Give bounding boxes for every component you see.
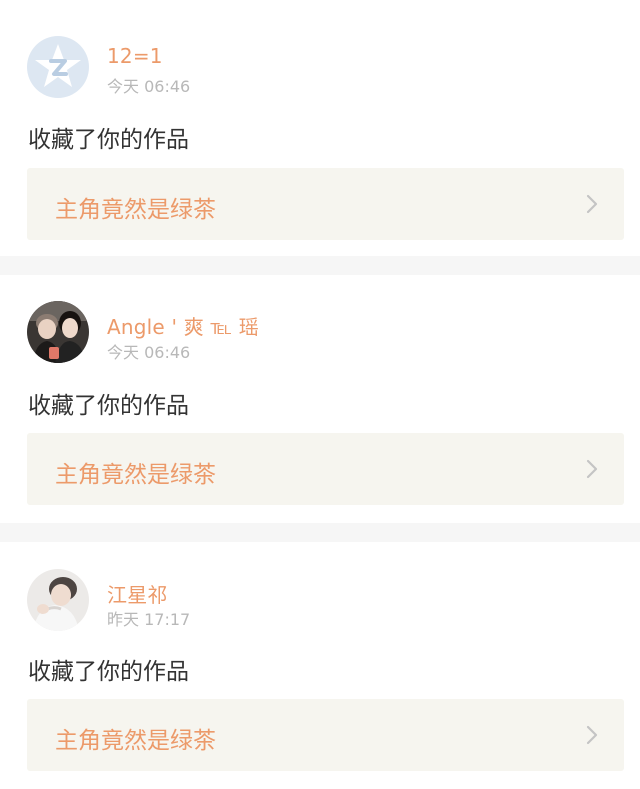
action-text: 收藏了你的作品 xyxy=(28,659,189,685)
work-link-box[interactable]: 主角竟然是绿茶 xyxy=(27,699,624,771)
notification-item: 江星祁 昨天 17:17 收藏了你的作品 主角竟然是绿茶 xyxy=(0,542,640,789)
avatar[interactable] xyxy=(27,569,89,631)
user-photo-icon xyxy=(27,569,89,631)
notification-item: Angle ' 爽 ℡ 瑶 今天 06:46 收藏了你的作品 主角竟然是绿茶 xyxy=(0,275,640,523)
avatar[interactable] xyxy=(27,36,89,98)
user-photo-icon xyxy=(27,301,89,363)
chevron-right-icon xyxy=(586,459,598,479)
user-name[interactable]: Angle ' 爽 ℡ 瑶 xyxy=(107,311,259,340)
timestamp: 今天 06:46 xyxy=(107,343,191,362)
separator xyxy=(0,523,640,542)
timestamp: 今天 06:46 xyxy=(107,77,191,96)
action-text: 收藏了你的作品 xyxy=(28,127,189,153)
work-link-box[interactable]: 主角竟然是绿茶 xyxy=(27,433,624,505)
user-name[interactable]: 江星祁 xyxy=(107,579,168,608)
notification-item: 12=1 今天 06:46 收藏了你的作品 主角竟然是绿茶 xyxy=(0,0,640,256)
work-link-box[interactable]: 主角竟然是绿茶 xyxy=(27,168,624,240)
qq-default-avatar-icon xyxy=(27,36,89,98)
chevron-right-icon xyxy=(586,725,598,745)
action-text: 收藏了你的作品 xyxy=(28,393,189,419)
work-title: 主角竟然是绿茶 xyxy=(55,197,216,223)
timestamp: 昨天 17:17 xyxy=(107,610,191,629)
work-title: 主角竟然是绿茶 xyxy=(55,462,216,488)
work-title: 主角竟然是绿茶 xyxy=(55,728,216,754)
avatar[interactable] xyxy=(27,301,89,363)
notification-feed: 12=1 今天 06:46 收藏了你的作品 主角竟然是绿茶 Angle ' 爽 … xyxy=(0,0,640,789)
chevron-right-icon xyxy=(586,194,598,214)
separator xyxy=(0,256,640,275)
user-name[interactable]: 12=1 xyxy=(107,44,163,68)
